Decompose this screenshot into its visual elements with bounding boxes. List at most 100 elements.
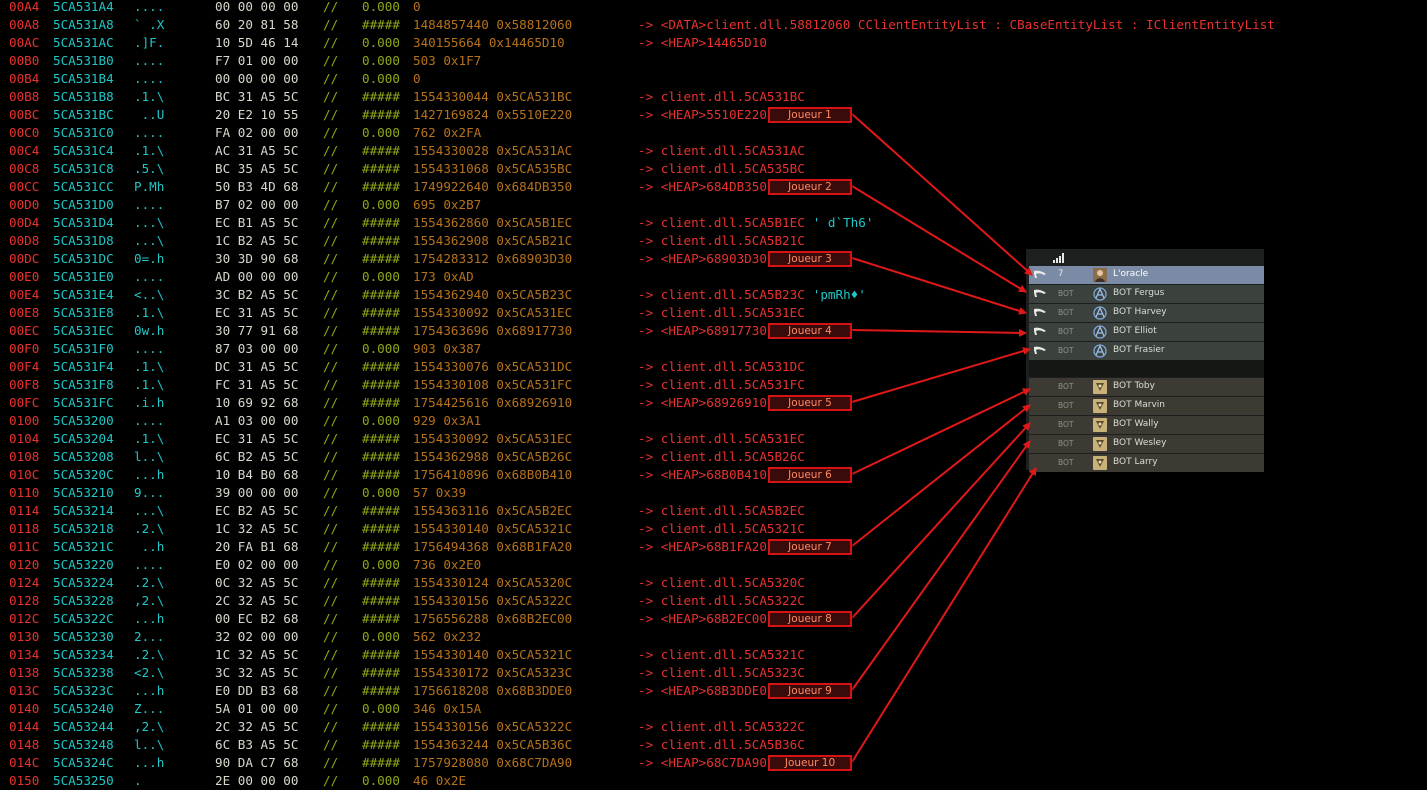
memory-row[interactable]: 012C 5CA5322C ...h 00 EC B2 68 // ##### 175655…	[0, 610, 1427, 628]
knife-icon	[1033, 269, 1047, 282]
memory-row[interactable]: 00C4 5CA531C4 .1.\ AC 31 A5 5C // ##### 155433…	[0, 142, 1427, 160]
memory-row[interactable]: 014C 5CA5324C ...h 90 DA C7 68 // ##### 175792…	[0, 754, 1427, 772]
pointer-target: -> <HEAP>68B1FA20	[638, 539, 767, 554]
t-player-row[interactable]: BOT BOT Wesley	[1029, 435, 1264, 453]
offset: 00AC	[9, 35, 40, 50]
memory-row[interactable]: 0148 5CA53248 l..\ 6C B3 A5 5C // ##### 155436…	[0, 736, 1427, 754]
pointer-target: -> client.dll.5CA5320C	[638, 575, 805, 590]
ascii-view: 0=.h	[134, 251, 165, 266]
memory-row[interactable]: 0150 5CA53250. 2E 00 00 00 // 0.000 46 0x2E	[0, 772, 1427, 790]
ascii-view: P.Mh	[134, 179, 165, 194]
ascii-view: ....	[134, 125, 165, 140]
memory-row[interactable]: 0140 5CA53240 Z... 5A 01 00 00 // 0.000 346 0x…	[0, 700, 1427, 718]
memory-row[interactable]: 0110 5CA53210 9... 39 00 00 00 // 0.000 57 0x3…	[0, 484, 1427, 502]
decimal-value: 1554330140 0x5CA5321C	[413, 521, 573, 536]
t-player-row[interactable]: BOT BOT Toby	[1029, 378, 1264, 396]
offset: 00D0	[9, 197, 40, 212]
memory-row[interactable]: 00D4 5CA531D4 ...\ EC B1 A5 5C // ##### 155436…	[0, 214, 1427, 232]
address: 5CA531C0	[53, 125, 114, 140]
t-player-row[interactable]: BOT BOT Wally	[1029, 416, 1264, 434]
float-value: #####	[362, 593, 400, 608]
memory-row[interactable]: 00B8 5CA531B8 .1.\ BC 31 A5 5C // ##### 155433…	[0, 88, 1427, 106]
separator: //	[323, 539, 339, 554]
address: 5CA53210	[53, 485, 114, 500]
separator: //	[323, 107, 339, 122]
address: 5CA531D8	[53, 233, 114, 248]
memory-row[interactable]: 011C 5CA5321C ..h 20 FA B1 68 // ##### 175649…	[0, 538, 1427, 556]
memory-row[interactable]: 00C8 5CA531C8 .5.\ BC 35 A5 5C // ##### 155433…	[0, 160, 1427, 178]
hex-bytes: EC B2 A5 5C	[215, 503, 299, 518]
ct-player-row[interactable]: BOT BOT Fergus	[1029, 285, 1264, 303]
t-logo-icon	[1093, 399, 1107, 413]
t-player-row[interactable]: BOT BOT Marvin	[1029, 397, 1264, 415]
memory-row[interactable]: 00A8 5CA531A8 ` .X 60 20 81 58 // ##### 148485…	[0, 16, 1427, 34]
float-value: #####	[362, 449, 400, 464]
hex-bytes: 0C 32 A5 5C	[215, 575, 299, 590]
pointer-target: -> <HEAP>68B2EC00	[638, 611, 767, 626]
memory-row[interactable]: 00D8 5CA531D8 ...\ 1C B2 A5 5C // ##### 155436…	[0, 232, 1427, 250]
string-preview: 'pmRh♦'	[805, 287, 866, 302]
memory-row[interactable]: 00B4 5CA531B4.... 00 00 00 00 // 0.000 0	[0, 70, 1427, 88]
separator: //	[323, 737, 339, 752]
memory-row[interactable]: 00AC 5CA531AC .]F. 10 5D 46 14 // 0.000 340155…	[0, 34, 1427, 52]
float-value: #####	[362, 359, 400, 374]
memory-row[interactable]: 0114 5CA53214 ...\ EC B2 A5 5C // ##### 155436…	[0, 502, 1427, 520]
decimal-value: 346 0x15A	[413, 701, 482, 716]
hex-bytes: DC 31 A5 5C	[215, 359, 299, 374]
decimal-value: 1484857440 0x58812060	[413, 17, 573, 32]
t-logo-icon	[1093, 418, 1107, 432]
memory-row[interactable]: 0144 5CA53244 ,2.\ 2C 32 A5 5C // ##### 155433…	[0, 718, 1427, 736]
pointer-target: -> client.dll.5CA531EC	[638, 431, 805, 446]
address: 5CA53234	[53, 647, 114, 662]
ct-logo-icon	[1093, 287, 1107, 301]
decimal-value: 1554330028 0x5CA531AC	[413, 143, 573, 158]
ct-player-row[interactable]: BOT BOT Frasier	[1029, 342, 1264, 360]
float-value: 0.000	[362, 485, 400, 500]
memory-row[interactable]: 0128 5CA53228 ,2.\ 2C 32 A5 5C // ##### 155433…	[0, 592, 1427, 610]
ascii-view: .1.\	[134, 143, 165, 158]
memory-row[interactable]: 0124 5CA53224 .2.\ 0C 32 A5 5C // ##### 155433…	[0, 574, 1427, 592]
float-value: #####	[362, 575, 400, 590]
memory-row[interactable]: 00CC 5CA531CC P.Mh 50 B3 4D 68 // ##### 174992…	[0, 178, 1427, 196]
pointer-target: -> client.dll.5CA531EC	[638, 305, 805, 320]
memory-row[interactable]: 00D0 5CA531D0.... B7 02 00 00 // 0.000 695 0x…	[0, 196, 1427, 214]
separator: //	[323, 287, 339, 302]
separator: //	[323, 773, 339, 788]
float-value: 0.000	[362, 773, 400, 788]
decimal-value: 1754425616 0x68926910	[413, 395, 573, 410]
ct-player-row[interactable]: 7 L'oracle	[1029, 266, 1264, 284]
memory-row[interactable]: 00B0 5CA531B0.... F7 01 00 00 // 0.000 503 0x…	[0, 52, 1427, 70]
memory-row[interactable]: 0134 5CA53234 .2.\ 1C 32 A5 5C // ##### 155433…	[0, 646, 1427, 664]
memory-row[interactable]: 0118 5CA53218 .2.\ 1C 32 A5 5C // ##### 155433…	[0, 520, 1427, 538]
pointer-target: -> client.dll.5CA5B23C	[638, 287, 805, 302]
separator: //	[323, 431, 339, 446]
separator: //	[323, 251, 339, 266]
ct-player-row[interactable]: BOT BOT Elliot	[1029, 323, 1264, 341]
memory-row[interactable]: 00BC 5CA531BC ..U 20 E2 10 55 // ##### 142716…	[0, 106, 1427, 124]
memory-row[interactable]: 0120 5CA53220.... E0 02 00 00 // 0.000 736 0x…	[0, 556, 1427, 574]
float-value: #####	[362, 431, 400, 446]
offset: 00C0	[9, 125, 40, 140]
memory-row[interactable]: 00A4 5CA531A4.... 00 00 00 00 // 0.000 0	[0, 0, 1427, 16]
float-value: 0.000	[362, 71, 400, 86]
float-value: 0.000	[362, 413, 400, 428]
float-value: #####	[362, 233, 400, 248]
memory-row[interactable]: 013C 5CA5323C ...h E0 DD B3 68 // ##### 175661…	[0, 682, 1427, 700]
decimal-value: 1554330076 0x5CA531DC	[413, 359, 573, 374]
player-name: BOT Harvey	[1113, 307, 1167, 317]
memory-row[interactable]: 0138 5CA53238 <2.\ 3C 32 A5 5C // ##### 155433…	[0, 664, 1427, 682]
memory-row[interactable]: 0130 5CA53230 2... 32 02 00 00 // 0.000 562 0x…	[0, 628, 1427, 646]
offset: 0144	[9, 719, 40, 734]
memory-row[interactable]: 00C0 5CA531C0.... FA 02 00 00 // 0.000 762 0x…	[0, 124, 1427, 142]
decimal-value: 0	[413, 0, 421, 14]
float-value: #####	[362, 737, 400, 752]
player-marker: Joueur 10	[768, 755, 852, 771]
t-player-row[interactable]: BOT BOT Larry	[1029, 454, 1264, 472]
t-logo-icon	[1093, 437, 1107, 451]
hex-bytes: 00 EC B2 68	[215, 611, 299, 626]
ct-player-row[interactable]: BOT BOT Harvey	[1029, 304, 1264, 322]
offset: 0124	[9, 575, 40, 590]
hex-bytes: BC 31 A5 5C	[215, 89, 299, 104]
player-name: BOT Larry	[1113, 457, 1158, 467]
hex-bytes: 90 DA C7 68	[215, 755, 299, 770]
